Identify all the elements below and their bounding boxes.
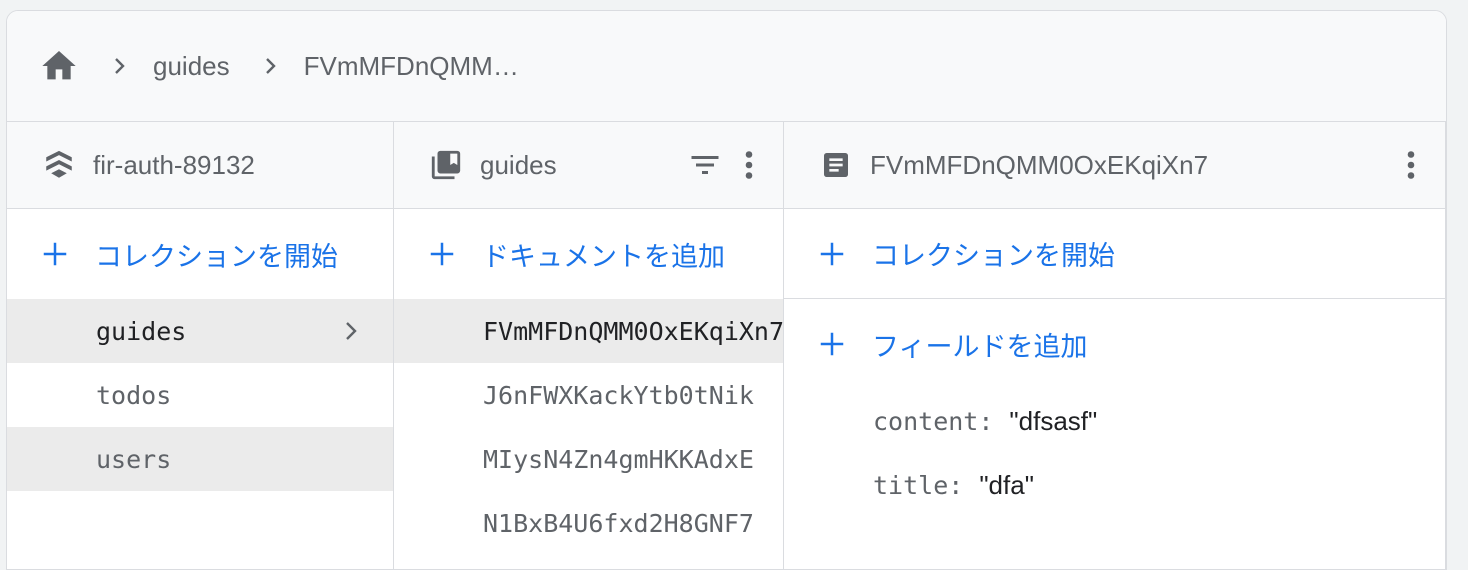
more-vert-icon[interactable]	[737, 147, 761, 183]
document-header-actions	[1399, 122, 1423, 208]
collection-icon	[428, 147, 464, 183]
plus-icon	[424, 236, 460, 272]
home-icon[interactable]	[39, 46, 79, 86]
field-colon: :	[948, 470, 964, 500]
collection-item-users[interactable]: users	[7, 427, 393, 491]
document-column: FVmMFDnQMM0OxEKqiXn7 コレクションを開始 フィールドを追加 …	[784, 122, 1446, 569]
field-value: "dfa"	[979, 469, 1034, 500]
breadcrumb-item-document[interactable]: FVmMFDnQMM…	[304, 51, 519, 82]
field-row[interactable]: title: "dfa"	[784, 453, 1445, 517]
collection-column-header: guides	[394, 122, 783, 209]
field-value: "dfsasf"	[1009, 405, 1098, 436]
document-icon	[818, 147, 854, 183]
breadcrumb: guides FVmMFDnQMM…	[7, 11, 1446, 122]
collection-item-todos[interactable]: todos	[7, 363, 393, 427]
collection-item-label: guides	[96, 316, 187, 346]
add-document-button[interactable]: ドキュメントを追加	[394, 209, 783, 299]
filter-icon[interactable]	[687, 147, 723, 183]
more-vert-icon[interactable]	[1399, 147, 1423, 183]
collection-item-label: todos	[96, 380, 172, 410]
field-colon: :	[978, 406, 994, 436]
start-subcollection-label: コレクションを開始	[872, 241, 1115, 271]
root-column-header: fir-auth-89132	[7, 122, 393, 209]
plus-icon	[37, 236, 73, 272]
document-item[interactable]: J6nFWXKackYtb0tNik	[394, 363, 783, 427]
plus-icon	[814, 326, 850, 362]
collection-list: guides todos users	[7, 299, 393, 491]
document-id: FVmMFDnQMM0OxEKqiXn7	[483, 316, 783, 346]
add-field-label: フィールドを追加	[872, 331, 1088, 362]
field-key: content	[873, 406, 979, 436]
start-subcollection-button[interactable]: コレクションを開始	[784, 209, 1445, 299]
document-id: N1BxB4U6fxd2H8GNF7	[483, 508, 754, 538]
collection-header-actions	[687, 122, 761, 208]
document-item[interactable]: FVmMFDnQMM0OxEKqiXn7	[394, 299, 783, 363]
collection-item-guides[interactable]: guides	[7, 299, 393, 363]
document-list: FVmMFDnQMM0OxEKqiXn7 J6nFWXKackYtb0tNik …	[394, 299, 783, 555]
document-id: J6nFWXKackYtb0tNik	[483, 380, 754, 410]
add-field-button[interactable]: フィールドを追加	[784, 299, 1445, 389]
field-key: title	[873, 470, 949, 500]
chevron-right-icon	[107, 54, 131, 78]
document-column-header: FVmMFDnQMM0OxEKqiXn7	[784, 122, 1445, 209]
document-id: MIysN4Zn4gmHKKAdxE	[483, 444, 754, 474]
collection-item-label: users	[96, 444, 172, 474]
collection-title: guides	[480, 149, 557, 180]
breadcrumb-item-collection[interactable]: guides	[153, 51, 230, 82]
add-document-label: ドキュメントを追加	[482, 241, 725, 272]
document-item[interactable]: MIysN4Zn4gmHKKAdxE	[394, 427, 783, 491]
firestore-icon	[41, 147, 77, 183]
document-item[interactable]: N1BxB4U6fxd2H8GNF7	[394, 491, 783, 555]
document-title: FVmMFDnQMM0OxEKqiXn7	[870, 149, 1209, 180]
field-list: content: "dfsasf" title: "dfa"	[784, 389, 1445, 517]
start-collection-label: コレクションを開始	[95, 241, 338, 272]
project-title: fir-auth-89132	[93, 149, 255, 180]
root-column: fir-auth-89132 コレクションを開始 guides todos us…	[7, 122, 394, 569]
chevron-right-icon	[258, 54, 282, 78]
plus-icon	[814, 236, 850, 272]
start-collection-button[interactable]: コレクションを開始	[7, 209, 393, 299]
firestore-data-panel: guides FVmMFDnQMM… fir-auth-89132 コレクション…	[6, 10, 1447, 570]
collection-column: guides ドキュメントを追加 FVmMFDnQMM0OxEKqiXn7 J6…	[394, 122, 784, 569]
field-row[interactable]: content: "dfsasf"	[784, 389, 1445, 453]
chevron-right-icon	[339, 319, 363, 343]
